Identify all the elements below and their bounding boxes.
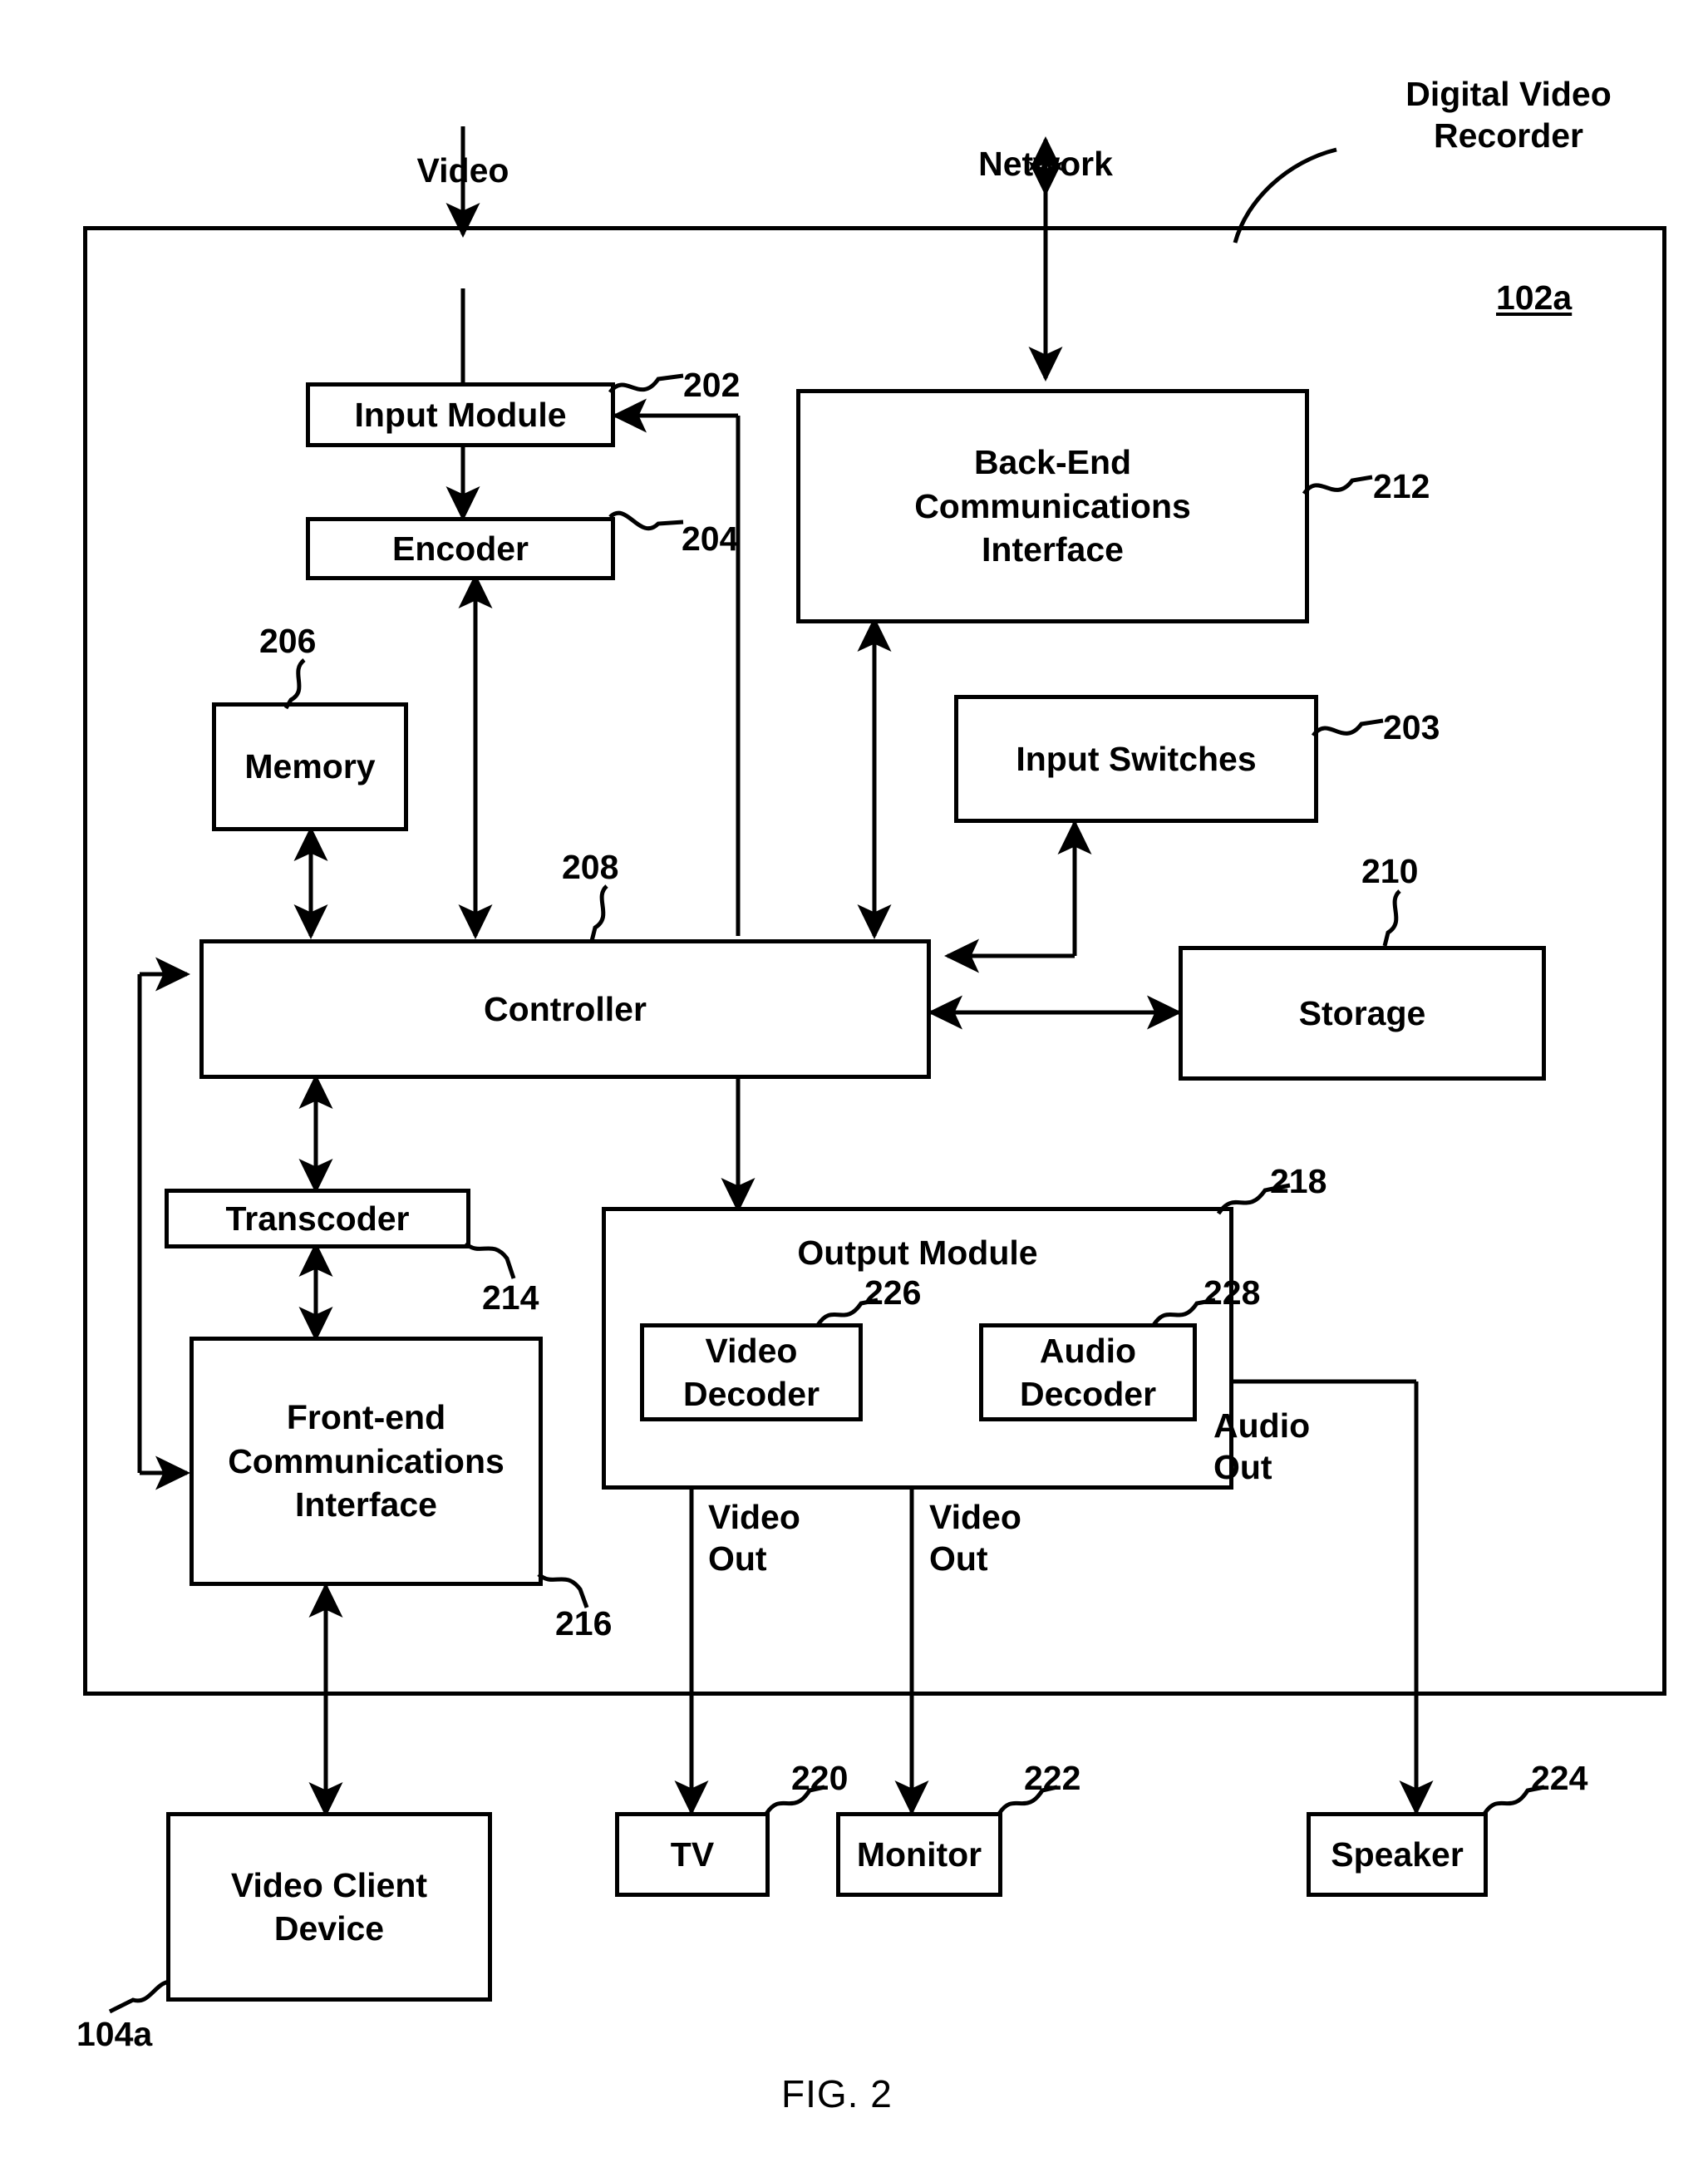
ref-216: 216 [555,1604,613,1642]
ref-202: 202 [683,366,741,404]
ref-210: 210 [1361,852,1419,890]
ref-206: 206 [259,622,317,660]
block-label-encoder: Encoder [391,529,529,568]
ref-228: 228 [1203,1273,1261,1312]
ref-212: 212 [1373,467,1430,505]
block-encoder[interactable]: Encoder [306,517,615,580]
block-label-output-module: Output Module [797,1234,1038,1272]
block-speaker[interactable]: Speaker [1307,1812,1488,1897]
ref-222: 222 [1024,1759,1081,1797]
signal-label-video-in: Video [416,151,509,190]
block-label-backend-comm-interface: Back-End Communications Interface [914,443,1191,569]
block-label-input-module: Input Module [354,395,567,434]
leader-208 [589,884,608,942]
signal-label-audio-out: Audio Out [1213,1406,1311,1487]
block-label-audio-decoder: Audio Decoder [1019,1331,1157,1413]
block-label-monitor: Monitor [856,1834,982,1874]
block-backend-comm-interface[interactable]: Back-End Communications Interface [796,389,1309,623]
ref-218: 218 [1270,1162,1327,1200]
signal-label-video-out-1: Video Out [708,1498,800,1578]
leader-210 [1382,889,1401,947]
signal-label-network: Network [978,145,1113,183]
block-label-speaker: Speaker [1331,1834,1464,1874]
block-label-frontend-comm-interface: Front-end Communications Interface [228,1398,505,1524]
block-video-client-device[interactable]: Video Client Device [166,1812,492,2002]
block-tv[interactable]: TV [615,1812,770,1897]
block-video-decoder[interactable]: Video Decoder [640,1323,863,1421]
ref-220: 220 [791,1759,849,1797]
ref-208: 208 [562,848,619,886]
block-storage[interactable]: Storage [1179,946,1546,1081]
block-input-switches[interactable]: Input Switches [954,695,1318,823]
block-controller[interactable]: Controller [199,939,931,1079]
block-label-memory: Memory [244,747,376,786]
block-input-module[interactable]: Input Module [306,382,615,447]
block-frontend-comm-interface[interactable]: Front-end Communications Interface [190,1337,543,1586]
figure-canvas: Digital Video Recorder 102a Video Networ… [0,0,1708,2162]
ref-224: 224 [1531,1759,1588,1797]
leader-212 [1302,475,1373,495]
dvr-title: Digital Video Recorder [1405,75,1612,155]
ref-203: 203 [1383,708,1440,746]
figure-caption: FIG. 2 [781,2072,893,2115]
block-label-video-decoder: Video Decoder [682,1331,820,1413]
block-label-input-switches: Input Switches [1016,739,1257,778]
dvr-leader-line [1233,147,1337,244]
dvr-ref-102a: 102a [1496,278,1573,317]
block-audio-decoder[interactable]: Audio Decoder [979,1323,1197,1421]
ref-226: 226 [864,1273,922,1312]
ref-204: 204 [682,520,739,558]
block-label-transcoder: Transcoder [225,1199,410,1238]
block-label-storage: Storage [1298,993,1426,1032]
block-label-video-client-device: Video Client Device [230,1865,428,1948]
ref-104a: 104a [76,2015,153,2053]
leader-203 [1311,718,1384,737]
block-memory[interactable]: Memory [212,702,408,831]
leader-206 [283,658,306,710]
ref-214: 214 [482,1278,539,1317]
block-transcoder[interactable]: Transcoder [165,1189,470,1248]
block-monitor[interactable]: Monitor [836,1812,1002,1897]
signal-label-video-out-2: Video Out [929,1498,1021,1578]
block-label-tv: TV [670,1834,715,1874]
block-label-controller: Controller [484,989,647,1028]
